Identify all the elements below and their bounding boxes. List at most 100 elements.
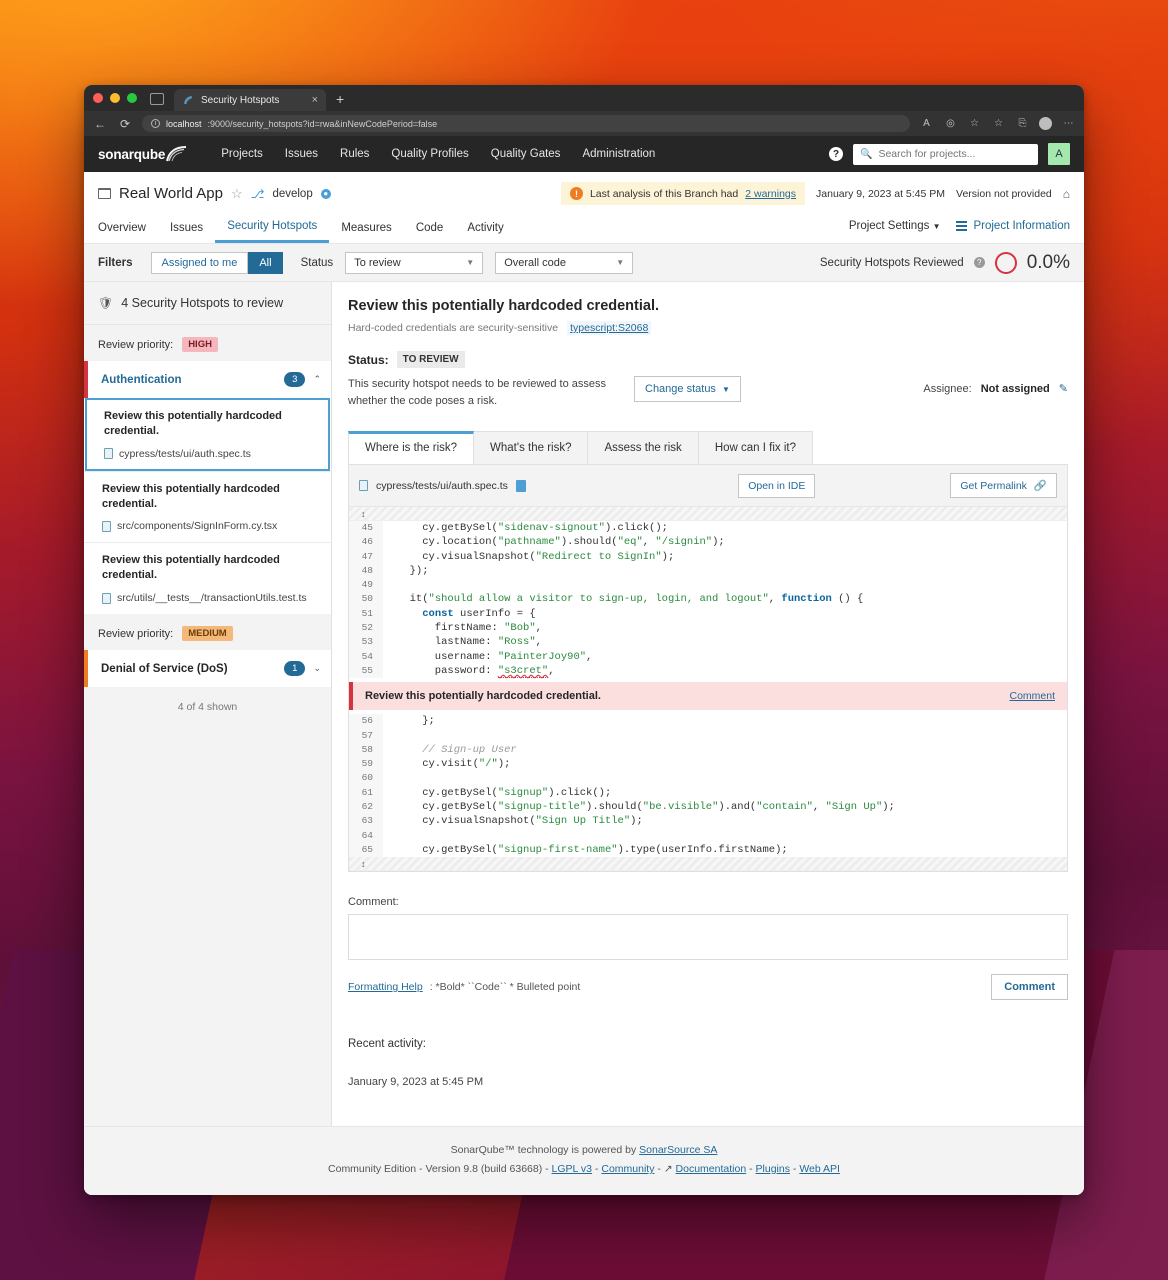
- get-permalink-button[interactable]: Get Permalink 🔗: [950, 473, 1057, 498]
- category-authentication[interactable]: Authentication 3 ⌃: [84, 361, 331, 398]
- line-number: 46: [349, 535, 383, 550]
- back-icon[interactable]: ←: [92, 116, 108, 132]
- assignment-toggle[interactable]: Assigned to me All: [150, 251, 283, 274]
- maximize-window-button[interactable]: [127, 93, 137, 103]
- tab-measures[interactable]: Measures: [329, 216, 404, 242]
- scope-select[interactable]: Overall code ▼: [495, 251, 634, 274]
- hotspot-detail-pane: Review this potentially hardcoded creden…: [332, 282, 1084, 1195]
- lgpl-link[interactable]: LGPL v3: [552, 1163, 592, 1175]
- sonarqube-logo[interactable]: sonarqube: [98, 146, 188, 162]
- more-menu-icon[interactable]: ⋯: [1061, 118, 1076, 129]
- tab-whats-the-risk[interactable]: What's the risk?: [474, 431, 589, 464]
- list-item[interactable]: Review this potentially hardcoded creden…: [85, 398, 330, 471]
- priority-row-medium: Review priority: MEDIUM: [84, 614, 331, 650]
- favorites-icon[interactable]: ☆: [991, 118, 1006, 129]
- zoom-icon[interactable]: ◎: [943, 118, 958, 129]
- chevron-down-icon[interactable]: ⌄: [313, 663, 321, 674]
- copy-path-icon[interactable]: [515, 479, 526, 492]
- browser-tab[interactable]: Security Hotspots ×: [174, 89, 326, 111]
- home-icon[interactable]: ⌂: [1063, 187, 1070, 201]
- assigned-to-me-button[interactable]: Assigned to me: [150, 251, 249, 274]
- line-source: username: "PainterJoy90",: [397, 650, 593, 663]
- nav-item-issues[interactable]: Issues: [274, 148, 329, 160]
- search-input[interactable]: [878, 148, 1031, 160]
- issue-comment-link[interactable]: Comment: [1009, 690, 1055, 702]
- submit-comment-button[interactable]: Comment: [991, 974, 1068, 1001]
- close-window-button[interactable]: [93, 93, 103, 103]
- tab-actions-icon[interactable]: ⎘: [1015, 118, 1030, 129]
- hotspot-file: src/components/SignInForm.cy.tsx: [102, 520, 319, 532]
- tab-overview[interactable]: Overview: [98, 216, 158, 242]
- tab-issues[interactable]: Issues: [158, 216, 215, 242]
- expand-lines-below[interactable]: ↕: [349, 857, 1067, 872]
- code-line: 59 cy.visit("/");: [349, 757, 1067, 772]
- rule-key-link[interactable]: typescript:S2068: [567, 321, 652, 335]
- all-button[interactable]: All: [248, 251, 283, 274]
- tab-where-is-the-risk[interactable]: Where is the risk?: [348, 431, 475, 464]
- plugins-link[interactable]: Plugins: [756, 1163, 790, 1175]
- nav-item-quality-gates[interactable]: Quality Gates: [480, 148, 572, 160]
- favorite-star-icon[interactable]: ☆: [231, 186, 243, 202]
- reviewed-metric: Security Hotspots Reviewed ? 0.0%: [820, 251, 1070, 274]
- tab-how-can-i-fix-it[interactable]: How can I fix it?: [698, 431, 813, 464]
- status-select[interactable]: To review ▼: [345, 251, 484, 274]
- code-line: 65 cy.getBySel("signup-first-name").type…: [349, 842, 1067, 858]
- line-number: 54: [349, 649, 383, 664]
- close-icon[interactable]: ×: [312, 94, 318, 106]
- line-source: [383, 729, 403, 743]
- hotspot-file-path: src/utils/__tests__/transactionUtils.tes…: [117, 592, 307, 605]
- new-tab-button[interactable]: +: [336, 91, 344, 107]
- nav-item-administration[interactable]: Administration: [571, 148, 666, 160]
- search-box[interactable]: 🔍: [853, 143, 1038, 165]
- nav-item-rules[interactable]: Rules: [329, 148, 380, 160]
- tab-activity[interactable]: Activity: [455, 216, 515, 242]
- help-icon[interactable]: ?: [829, 147, 843, 161]
- issue-message: Review this potentially hardcoded creden…: [365, 690, 601, 703]
- project-settings-menu[interactable]: Project Settings ▼: [849, 220, 941, 232]
- profile-avatar-icon[interactable]: [1039, 117, 1052, 130]
- tab-strip: Security Hotspots × +: [150, 85, 344, 111]
- line-number: 59: [349, 757, 383, 772]
- tab-code[interactable]: Code: [404, 216, 456, 242]
- avatar[interactable]: A: [1048, 143, 1070, 165]
- tab-security-hotspots[interactable]: Security Hotspots: [215, 214, 330, 243]
- edit-pencil-icon[interactable]: ✎: [1059, 382, 1068, 395]
- category-dos[interactable]: Denial of Service (DoS) 1 ⌄: [84, 650, 331, 688]
- external-link-icon: ↗: [663, 1163, 673, 1176]
- formatting-help-link[interactable]: Formatting Help: [348, 981, 423, 993]
- sonarsource-link[interactable]: SonarSource SA: [639, 1144, 717, 1156]
- branch-name[interactable]: develop: [272, 188, 312, 200]
- site-info-icon[interactable]: i: [151, 119, 160, 128]
- branch-icon: ⎇: [250, 186, 265, 201]
- code-line: 60: [349, 771, 1067, 786]
- code-line: 57: [349, 728, 1067, 743]
- link-icon: 🔗: [1033, 480, 1047, 492]
- address-bar[interactable]: i localhost:9000/security_hotspots?id=rw…: [142, 115, 910, 132]
- warnings-link[interactable]: 2 warnings: [745, 188, 796, 200]
- collections-star-icon[interactable]: ☆: [967, 118, 982, 129]
- community-link[interactable]: Community: [601, 1163, 654, 1175]
- reviewed-donut-icon: [994, 251, 1017, 274]
- open-in-ide-button[interactable]: Open in IDE: [738, 473, 816, 498]
- list-item[interactable]: Review this potentially hardcoded creden…: [84, 542, 331, 614]
- change-status-button[interactable]: Change status ▼: [634, 376, 741, 402]
- nav-item-projects[interactable]: Projects: [210, 148, 274, 160]
- reload-icon[interactable]: ⟳: [117, 116, 133, 132]
- chevron-up-icon[interactable]: ⌃: [313, 374, 321, 385]
- help-icon[interactable]: ?: [973, 257, 985, 268]
- nav-item-quality-profiles[interactable]: Quality Profiles: [380, 148, 479, 160]
- expand-lines-above[interactable]: ↕: [349, 507, 1067, 521]
- status-description: This security hotspot needs to be review…: [348, 378, 607, 407]
- tab-search-icon[interactable]: [150, 93, 164, 105]
- list-item[interactable]: Review this potentially hardcoded creden…: [84, 470, 331, 543]
- project-information-link[interactable]: Project Information: [956, 220, 1070, 232]
- tab-assess-the-risk[interactable]: Assess the risk: [588, 431, 699, 464]
- comment-input[interactable]: [348, 914, 1068, 961]
- project-icon: [98, 188, 111, 199]
- documentation-link[interactable]: Documentation: [676, 1163, 747, 1175]
- window-controls[interactable]: [93, 93, 137, 103]
- read-aloud-icon[interactable]: A: [919, 118, 934, 129]
- web-api-link[interactable]: Web API: [799, 1163, 840, 1175]
- minimize-window-button[interactable]: [110, 93, 120, 103]
- branch-info-icon[interactable]: ●: [320, 188, 331, 199]
